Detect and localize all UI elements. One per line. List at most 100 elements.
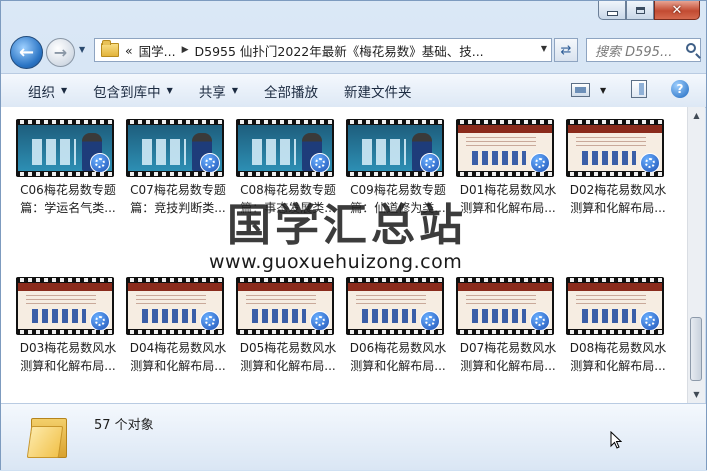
file-name-line2: 测算和化解布局... [350,359,446,373]
back-button[interactable]: ← [10,36,43,69]
chevron-down-icon[interactable]: ▼ [600,86,606,95]
folder-icon [26,412,67,458]
media-player-icon [640,153,660,173]
explorer-window: ✕ ← → ▼ « 国学... ▶ D5955 仙扑门2022年最新《梅花易数》… [0,0,707,470]
file-name[interactable]: D01梅花易数风水 测算和化解布局... [449,181,567,217]
organize-label: 组织 [28,84,55,101]
file-name-line1: D02梅花易数风水 [569,183,667,197]
media-player-icon [200,153,220,173]
play-all-label: 全部播放 [263,84,318,101]
breadcrumb-item-parent[interactable]: 国学... [139,41,176,60]
file-name-line2: 测算和化解布局... [570,359,666,373]
maximize-button[interactable] [626,1,654,20]
file-name-line2: 测算和化解布局... [130,359,226,373]
close-button[interactable]: ✕ [654,1,700,20]
file-name[interactable]: C08梅花易数专题 篇：事态发展类... [229,181,347,217]
file-name-line1: D06梅花易数风水 [349,341,447,355]
scroll-up-arrow-icon[interactable]: ▲ [688,107,705,124]
media-player-icon [310,311,330,331]
video-thumbnail[interactable] [566,119,664,177]
file-name[interactable]: D02梅花易数风水 测算和化解布局... [559,181,677,217]
chevron-down-icon: ▼ [166,86,173,95]
video-thumbnail[interactable] [346,277,444,335]
file-name-line1: D01梅花易数风水 [459,183,557,197]
arrow-right-icon: → [53,43,68,62]
file-name-line1: D08梅花易数风水 [569,341,667,355]
video-thumbnail[interactable] [126,277,224,335]
share-label: 共享 [198,84,226,101]
play-all-button[interactable]: 全部播放 [251,74,331,107]
details-pane: 57 个对象 [1,403,706,470]
search-icon[interactable] [686,43,696,53]
media-player-icon [420,311,440,331]
file-name[interactable]: C06梅花易数专题 篇：学运名气类... [9,181,127,217]
file-name-line2: 测算和化解布局... [240,359,336,373]
recent-pages-dropdown[interactable]: ▼ [79,45,85,54]
item-count: 57 个对象 [94,418,154,433]
file-name-line2: 篇：学运名气类... [20,201,116,215]
include-in-library-menu[interactable]: 包含到库中 ▼ [80,74,186,107]
media-player-icon [310,153,330,173]
chevron-down-icon: ▼ [61,86,68,95]
file-name-line2: 篇：仙道修为类... [350,201,446,215]
video-thumbnail[interactable] [16,119,114,177]
video-thumbnail[interactable] [346,119,444,177]
file-name-line2: 篇：竞技判断类... [130,201,226,215]
close-icon: ✕ [671,2,683,18]
refresh-icon: ⇄ [560,42,572,58]
file-name[interactable]: D04梅花易数风水 测算和化解布局... [119,339,237,375]
change-view-button[interactable]: ▼ [571,79,615,101]
video-thumbnail[interactable] [456,277,554,335]
media-player-icon [90,153,110,173]
arrow-left-icon: ← [18,42,35,63]
search-input[interactable]: 搜索 D595... [586,38,701,62]
organize-menu[interactable]: 组织 ▼ [1,74,80,107]
window-controls: ✕ [598,1,700,20]
file-name-line1: D05梅花易数风水 [239,341,337,355]
video-thumbnail[interactable] [16,277,114,335]
breadcrumb-item-current[interactable]: D5955 仙扑门2022年最新《梅花易数》基础、技... [195,41,484,60]
media-player-icon [90,311,110,331]
scrollbar-thumb[interactable] [690,317,702,381]
media-player-icon [420,153,440,173]
minimize-icon [606,10,618,16]
video-thumbnail[interactable] [456,119,554,177]
chevron-down-icon[interactable]: ▼ [541,44,547,53]
video-thumbnail[interactable] [126,119,224,177]
scroll-down-arrow-icon[interactable]: ▼ [688,386,705,403]
video-thumbnail[interactable] [566,277,664,335]
minimize-button[interactable] [598,1,626,20]
search-placeholder: 搜索 D595... [595,44,673,60]
file-name[interactable]: D03梅花易数风水 测算和化解布局... [9,339,127,375]
file-name-line2: 测算和化解布局... [570,201,666,215]
refresh-button[interactable]: ⇄ [554,38,578,62]
file-name[interactable]: D08梅花易数风水 测算和化解布局... [559,339,677,375]
file-name[interactable]: D07梅花易数风水 测算和化解布局... [449,339,567,375]
help-icon: ? [676,82,684,96]
help-button[interactable]: ? [671,80,689,98]
video-thumbnail[interactable] [236,277,334,335]
command-bar: 组织 ▼ 包含到库中 ▼ 共享 ▼ 全部播放 新建文件夹 ▼ ? [1,73,706,108]
media-player-icon [530,311,550,331]
file-name[interactable]: C07梅花易数专题 篇：竞技判断类... [119,181,237,217]
breadcrumb-overflow[interactable]: « [125,43,133,58]
file-grid: C06梅花易数专题 篇：学运名气类... C07梅花易数专题 篇：竞技判断类... C0… [1,107,687,403]
chevron-right-icon[interactable]: ▶ [182,45,189,55]
file-name-line1: C09梅花易数专题 [350,183,446,197]
preview-pane-button[interactable] [631,80,647,98]
address-bar[interactable]: « 国学... ▶ D5955 仙扑门2022年最新《梅花易数》基础、技... … [94,38,552,62]
navigation-bar: ← → ▼ « 国学... ▶ D5955 仙扑门2022年最新《梅花易数》基础… [1,33,707,69]
file-name-line1: D07梅花易数风水 [459,341,557,355]
maximize-icon [635,6,645,14]
new-folder-button[interactable]: 新建文件夹 [331,74,425,107]
file-name[interactable]: C09梅花易数专题 篇：仙道修为类... [339,181,457,217]
file-name-line1: D04梅花易数风水 [129,341,227,355]
vertical-scrollbar[interactable]: ▲ ▼ [687,107,705,403]
file-name-line2: 篇：事态发展类... [240,201,336,215]
file-name[interactable]: D05梅花易数风水 测算和化解布局... [229,339,347,375]
share-menu[interactable]: 共享 ▼ [186,74,251,107]
video-thumbnail[interactable] [236,119,334,177]
media-player-icon [200,311,220,331]
forward-button[interactable]: → [46,38,75,67]
file-name[interactable]: D06梅花易数风水 测算和化解布局... [339,339,457,375]
